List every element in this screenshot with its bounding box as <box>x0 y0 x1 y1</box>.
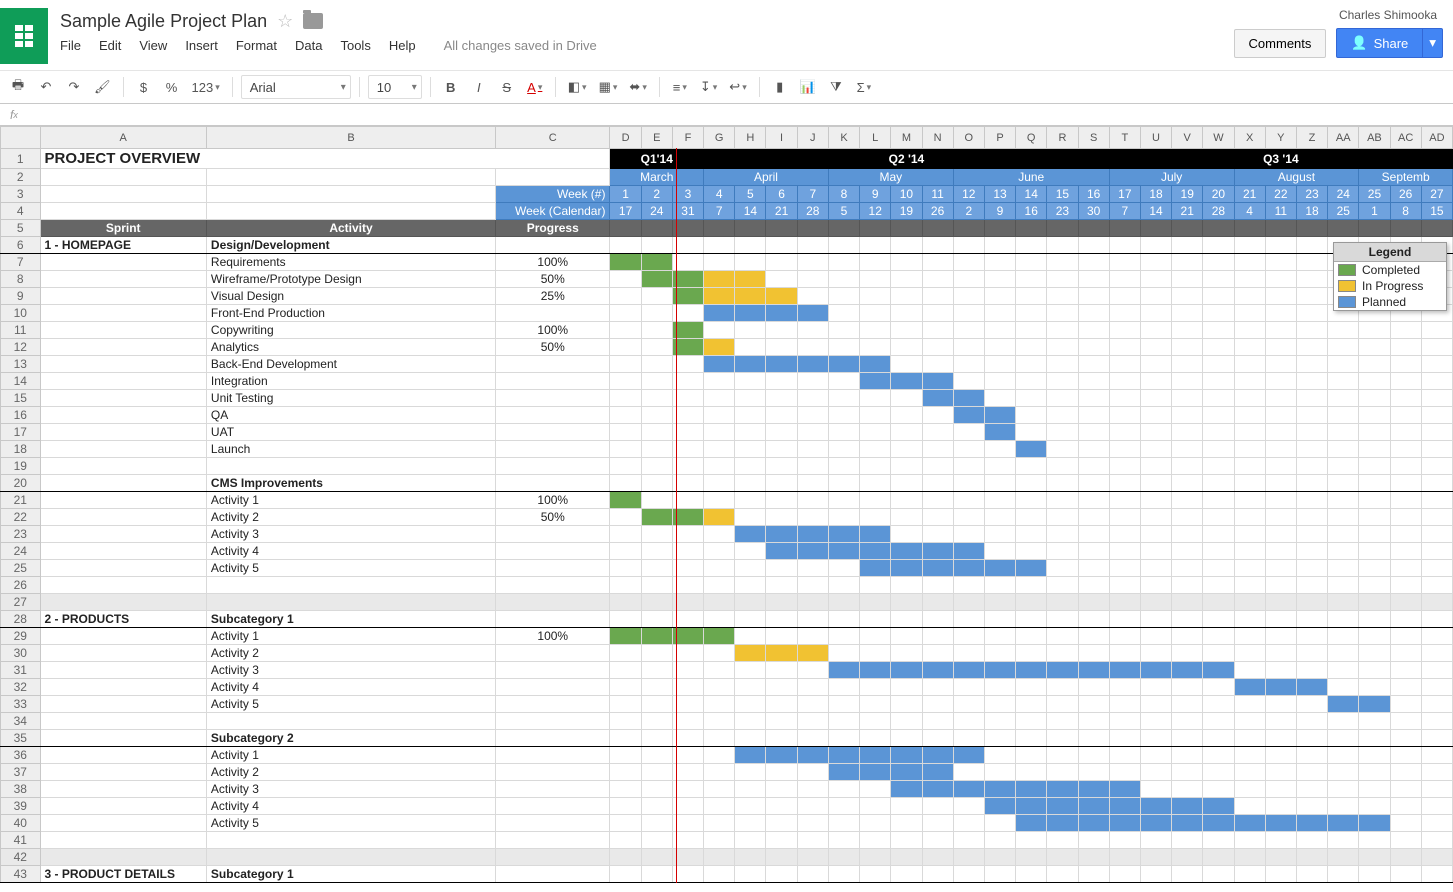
italic-icon[interactable]: I <box>467 74 491 100</box>
col-header-N[interactable]: N <box>922 127 953 149</box>
sheets-icon <box>15 25 33 47</box>
col-header-O[interactable]: O <box>953 127 984 149</box>
col-header-Z[interactable]: Z <box>1296 127 1327 149</box>
comments-button[interactable]: Comments <box>1234 29 1327 58</box>
menu-view[interactable]: View <box>139 38 167 53</box>
legend-item: Completed <box>1334 262 1446 278</box>
user-name[interactable]: Charles Shimooka <box>1339 8 1437 22</box>
col-header-Y[interactable]: Y <box>1265 127 1296 149</box>
col-header-R[interactable]: R <box>1047 127 1078 149</box>
share-dropdown[interactable]: ▾ <box>1423 28 1443 58</box>
legend-box: Legend CompletedIn ProgressPlanned <box>1333 242 1447 311</box>
col-header-AA[interactable]: AA <box>1328 127 1359 149</box>
print-icon[interactable]: 🖶 <box>6 74 30 100</box>
bold-icon[interactable]: B <box>439 74 463 100</box>
titlebar: Sample Agile Project Plan ☆ File Edit View… <box>0 0 1453 64</box>
insert-chart-icon[interactable]: 📊 <box>796 74 820 100</box>
format-percent-icon[interactable]: % <box>160 74 184 100</box>
col-header-G[interactable]: G <box>704 127 735 149</box>
legend-item: Planned <box>1334 294 1446 310</box>
menu-format[interactable]: Format <box>236 38 277 53</box>
col-header-J[interactable]: J <box>797 127 828 149</box>
today-marker <box>676 148 677 883</box>
col-header-M[interactable]: M <box>891 127 922 149</box>
col-header-H[interactable]: H <box>735 127 766 149</box>
share-button[interactable]: Share <box>1336 28 1423 58</box>
col-header-A[interactable]: A <box>40 127 206 149</box>
col-header-E[interactable]: E <box>641 127 672 149</box>
fill-color-icon[interactable]: ◧ <box>564 74 591 100</box>
menubar: File Edit View Insert Format Data Tools Help All… <box>60 34 1234 53</box>
menu-tools[interactable]: Tools <box>340 38 370 53</box>
legend-item: In Progress <box>1334 278 1446 294</box>
col-header-X[interactable]: X <box>1234 127 1265 149</box>
col-header-F[interactable]: F <box>672 127 703 149</box>
menu-edit[interactable]: Edit <box>99 38 121 53</box>
formula-bar[interactable]: fx <box>0 104 1453 126</box>
col-header-T[interactable]: T <box>1109 127 1140 149</box>
menu-insert[interactable]: Insert <box>185 38 218 53</box>
col-header-W[interactable]: W <box>1203 127 1234 149</box>
legend-title: Legend <box>1334 243 1446 262</box>
col-header-I[interactable]: I <box>766 127 797 149</box>
insert-link-icon[interactable]: ▮ <box>768 74 792 100</box>
app-logo[interactable] <box>0 8 48 64</box>
menu-help[interactable]: Help <box>389 38 416 53</box>
share-label: Share <box>1374 36 1409 51</box>
col-header-V[interactable]: V <box>1172 127 1203 149</box>
star-icon[interactable]: ☆ <box>277 11 293 32</box>
col-header-AC[interactable]: AC <box>1390 127 1421 149</box>
col-header-AD[interactable]: AD <box>1421 127 1452 149</box>
col-header-AB[interactable]: AB <box>1359 127 1390 149</box>
toolbar: 🖶 ↶ ↷ 🖌 $ % 123 Arial 10 B I S A ◧ ▦ ⬌ ≡… <box>0 70 1453 104</box>
v-align-icon[interactable]: ↧ <box>696 74 721 100</box>
col-header-Q[interactable]: Q <box>1016 127 1047 149</box>
col-header-P[interactable]: P <box>984 127 1015 149</box>
col-header-B[interactable]: B <box>206 127 495 149</box>
menu-data[interactable]: Data <box>295 38 322 53</box>
format-currency-icon[interactable]: $ <box>132 74 156 100</box>
col-header-L[interactable]: L <box>860 127 891 149</box>
text-color-icon[interactable]: A <box>523 74 547 100</box>
menu-file[interactable]: File <box>60 38 81 53</box>
col-header-C[interactable]: C <box>496 127 610 149</box>
doc-title[interactable]: Sample Agile Project Plan <box>60 11 267 32</box>
text-wrap-icon[interactable]: ↩ <box>725 74 750 100</box>
col-header-K[interactable]: K <box>828 127 859 149</box>
borders-icon[interactable]: ▦ <box>595 74 622 100</box>
font-family-select[interactable]: Arial <box>241 75 351 99</box>
h-align-icon[interactable]: ≡ <box>668 74 692 100</box>
spreadsheet-grid[interactable]: ABCDEFGHIJKLMNOPQRSTUVWXYZAAABACAD 1PROJ… <box>0 126 1453 883</box>
merge-cells-icon[interactable]: ⬌ <box>625 74 650 100</box>
functions-icon[interactable]: Σ <box>852 74 876 100</box>
format-number-icon[interactable]: 123 <box>188 74 224 100</box>
folder-icon[interactable] <box>303 13 323 29</box>
col-header-S[interactable]: S <box>1078 127 1109 149</box>
strikethrough-icon[interactable]: S <box>495 74 519 100</box>
person-icon <box>1351 35 1367 51</box>
undo-icon[interactable]: ↶ <box>34 74 58 100</box>
col-header-D[interactable]: D <box>610 127 641 149</box>
col-header-U[interactable]: U <box>1140 127 1171 149</box>
redo-icon[interactable]: ↷ <box>62 74 86 100</box>
filter-icon[interactable]: ⧩ <box>824 74 848 100</box>
font-size-select[interactable]: 10 <box>368 75 422 99</box>
save-status: All changes saved in Drive <box>444 38 597 53</box>
paint-format-icon[interactable]: 🖌 <box>90 74 115 100</box>
